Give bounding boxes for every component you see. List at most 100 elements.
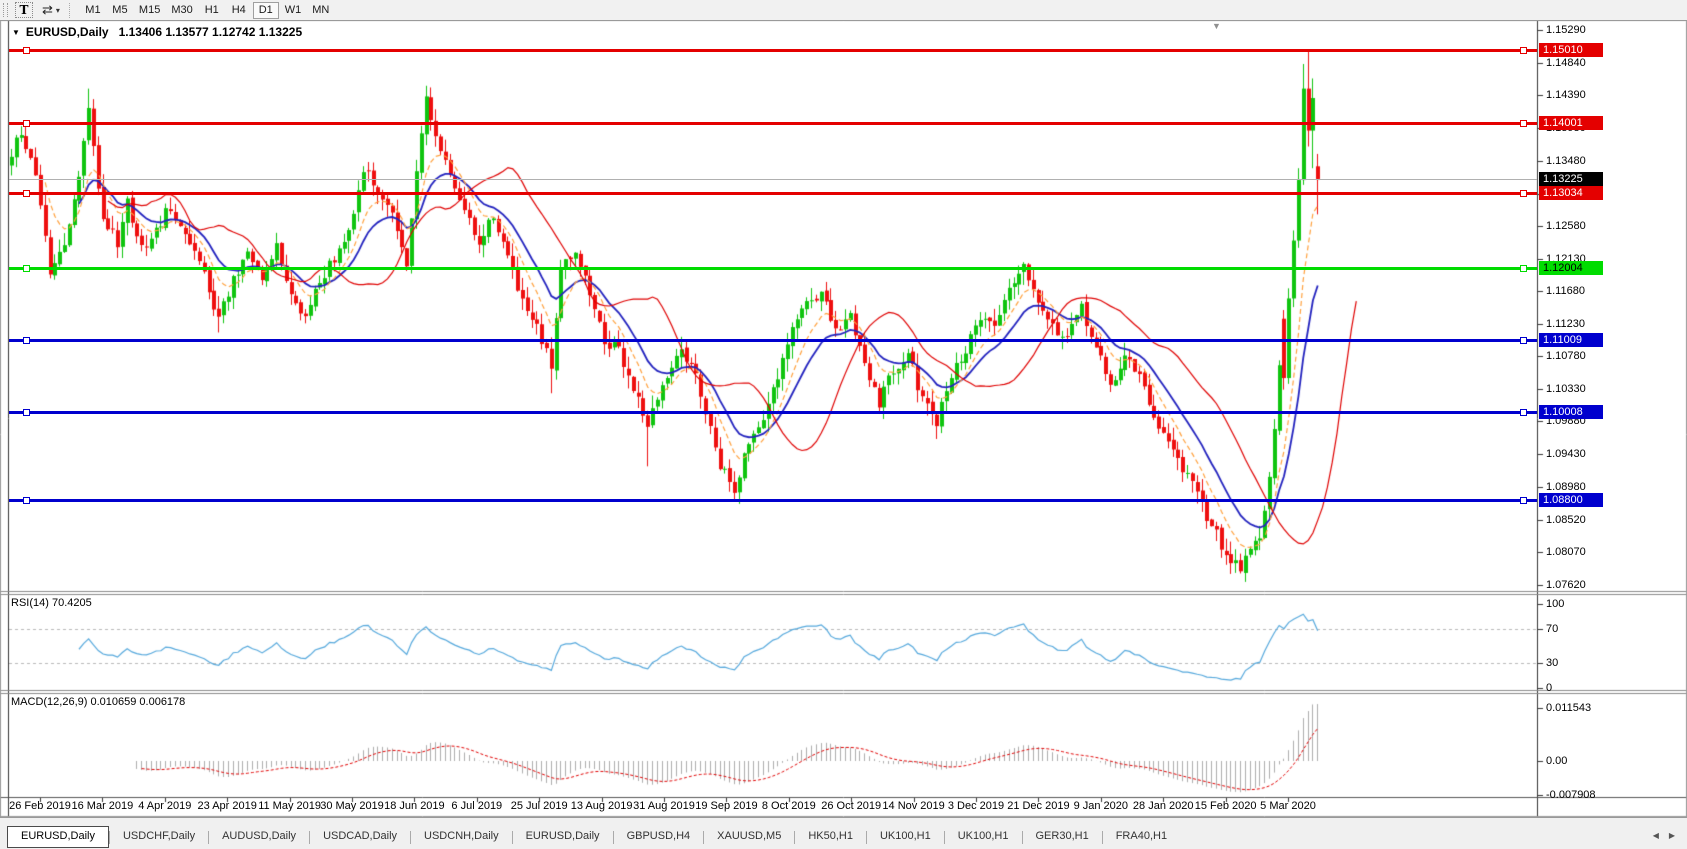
line-handle-icon[interactable]	[1520, 265, 1527, 272]
line-handle-icon[interactable]	[1520, 190, 1527, 197]
horizontal-line-1.13034[interactable]	[9, 192, 1537, 195]
chart-symbol-label: EURUSD,Daily	[26, 25, 109, 39]
date-axis-label: 31 Aug 2019	[633, 800, 695, 812]
date-axis-label: 16 Mar 2019	[72, 800, 134, 812]
price-axis-tick: 1.12580	[1546, 220, 1586, 232]
line-handle-icon[interactable]	[23, 337, 30, 344]
timeframe-button-m1[interactable]: M1	[80, 2, 106, 19]
line-handle-icon[interactable]	[1520, 120, 1527, 127]
tabs-scroll-right-icon[interactable]: ▶	[1669, 831, 1675, 840]
line-handle-icon[interactable]	[23, 497, 30, 504]
timeframe-button-h4[interactable]: H4	[226, 2, 252, 19]
line-handle-icon[interactable]	[23, 190, 30, 197]
price-axis-tick: 1.08980	[1546, 481, 1586, 493]
chart-tab[interactable]: EURUSD,Daily	[513, 827, 613, 847]
arrange-arrows-icon: ⇄	[42, 2, 53, 18]
timeframe-button-w1[interactable]: W1	[280, 2, 307, 19]
horizontal-line-1.08800[interactable]	[9, 499, 1537, 502]
date-axis-label: 11 May 2019	[258, 800, 321, 812]
price-axis-tick: 1.14840	[1546, 57, 1586, 69]
chart-tab[interactable]: UK100,H1	[867, 827, 944, 847]
timeframe-group: M1M5M15M30H1H4D1W1MN	[80, 2, 335, 19]
price-chart-canvas[interactable]	[0, 0, 1687, 849]
chart-tab[interactable]: EURUSD,Daily	[7, 826, 109, 848]
timeframe-button-m30[interactable]: M30	[166, 2, 197, 19]
toolbar-separator	[69, 3, 71, 18]
date-axis-label: 19 Sep 2019	[695, 800, 757, 812]
date-axis-label: 6 Jul 2019	[451, 800, 502, 812]
chart-tab[interactable]: UK100,H1	[945, 827, 1022, 847]
rsi-axis-tick: 0	[1546, 682, 1552, 694]
date-axis-label: 23 Apr 2019	[198, 800, 257, 812]
timeframe-button-m15[interactable]: M15	[134, 2, 165, 19]
price-axis-tick: 1.10330	[1546, 383, 1586, 395]
chart-tab[interactable]: XAUUSD,M5	[704, 827, 794, 847]
chart-tab[interactable]: FRA40,H1	[1103, 827, 1180, 847]
chart-tab-bar: EURUSD,DailyUSDCHF,DailyAUDUSD,DailyUSDC…	[0, 817, 1687, 849]
price-level-badge: 1.10008	[1539, 405, 1603, 419]
horizontal-line-1.15010[interactable]	[9, 49, 1537, 52]
timeframe-button-m5[interactable]: M5	[107, 2, 133, 19]
timeframe-button-d1[interactable]: D1	[253, 2, 279, 19]
line-handle-icon[interactable]	[1520, 409, 1527, 416]
line-handle-icon[interactable]	[23, 120, 30, 127]
line-handle-icon[interactable]	[23, 409, 30, 416]
line-handle-icon[interactable]	[1520, 337, 1527, 344]
line-handle-icon[interactable]	[23, 265, 30, 272]
collapse-triangle-icon[interactable]: ▼	[12, 28, 20, 37]
date-axis-label: 28 Jan 2020	[1133, 800, 1194, 812]
line-handle-icon[interactable]	[1520, 497, 1527, 504]
date-axis-label: 18 Jun 2019	[384, 800, 445, 812]
date-axis-label: 8 Oct 2019	[762, 800, 816, 812]
toolbar-grip[interactable]	[3, 3, 8, 17]
chart-ohlc-values: 1.13406 1.13577 1.12742 1.13225	[119, 25, 303, 39]
date-axis-label: 9 Jan 2020	[1074, 800, 1128, 812]
horizontal-line-1.14001[interactable]	[9, 122, 1537, 125]
chart-tab[interactable]: GER30,H1	[1023, 827, 1102, 847]
price-axis-tick: 1.07620	[1546, 579, 1586, 591]
chart-tab[interactable]: GBPUSD,H4	[614, 827, 704, 847]
price-axis-tick: 1.08070	[1546, 546, 1586, 558]
chart-tab[interactable]: USDCAD,Daily	[310, 827, 410, 847]
price-axis-tick: 1.11680	[1546, 285, 1585, 297]
date-axis-label: 13 Aug 2019	[571, 800, 633, 812]
horizontal-line-1.12004[interactable]	[9, 267, 1537, 270]
tabs-scroll-left-icon[interactable]: ◀	[1653, 831, 1659, 840]
price-level-badge: 1.13034	[1539, 186, 1603, 200]
price-axis-tick: 1.08520	[1546, 514, 1586, 526]
line-handle-icon[interactable]	[1520, 47, 1527, 54]
date-axis-label: 4 Apr 2019	[138, 800, 191, 812]
current-price-line	[9, 179, 1537, 180]
price-axis-tick: 1.13480	[1546, 155, 1586, 167]
macd-axis-tick: 0.011543	[1546, 702, 1591, 714]
chart-shift-marker[interactable]: ▼	[1212, 21, 1221, 31]
toolbar: T ⇄ ▾ M1M5M15M30H1H4D1W1MN	[0, 0, 1687, 21]
mt4-window: T ⇄ ▾ M1M5M15M30H1H4D1W1MN ▼ EURUSD,Dail…	[0, 0, 1687, 849]
chart-tab[interactable]: USDCNH,Daily	[411, 827, 512, 847]
rsi-label: RSI(14) 70.4205	[11, 597, 92, 609]
chart-tab[interactable]: AUDUSD,Daily	[209, 827, 309, 847]
horizontal-line-1.11009[interactable]	[9, 339, 1537, 342]
date-axis-label: 3 Dec 2019	[948, 800, 1004, 812]
date-axis-label: 21 Dec 2019	[1007, 800, 1069, 812]
current-price-badge: 1.13225	[1539, 172, 1603, 186]
chart-tab[interactable]: HK50,H1	[795, 827, 866, 847]
chart-tab[interactable]: USDCHF,Daily	[110, 827, 208, 847]
price-axis-tick: 1.14390	[1546, 89, 1586, 101]
timeframe-button-h1[interactable]: H1	[199, 2, 225, 19]
price-level-badge: 1.08800	[1539, 493, 1603, 507]
text-tool-button[interactable]: T	[15, 2, 33, 18]
line-handle-icon[interactable]	[23, 47, 30, 54]
price-level-badge: 1.11009	[1539, 333, 1603, 347]
timeframe-button-mn[interactable]: MN	[307, 2, 334, 19]
date-axis-label: 15 Feb 2020	[1195, 800, 1257, 812]
date-axis-label: 14 Nov 2019	[882, 800, 944, 812]
horizontal-line-1.10008[interactable]	[9, 411, 1537, 414]
rsi-axis-tick: 70	[1546, 623, 1558, 635]
macd-axis-tick: 0.00	[1546, 755, 1567, 767]
price-axis-tick: 1.11230	[1546, 318, 1585, 330]
price-level-badge: 1.14001	[1539, 116, 1603, 130]
price-level-badge: 1.12004	[1539, 261, 1603, 275]
arrange-charts-button[interactable]: ⇄ ▾	[42, 2, 60, 18]
date-axis-label: 26 Oct 2019	[821, 800, 881, 812]
